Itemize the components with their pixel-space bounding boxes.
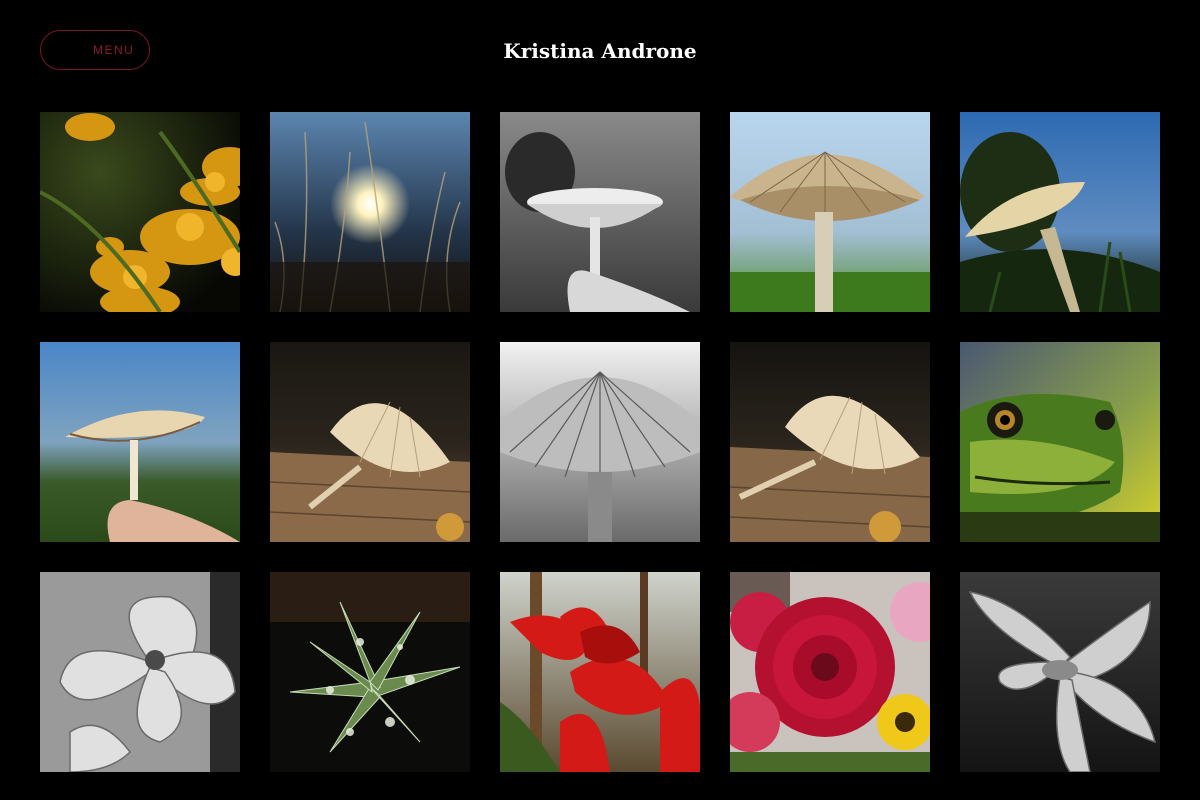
photo-mushroom-below-image (730, 112, 930, 312)
photo-sunlit-grass-image (270, 112, 470, 312)
photo-gallery (40, 112, 1160, 772)
gallery-photo-succulent[interactable] (270, 572, 470, 772)
photo-frog-image (960, 342, 1160, 542)
photo-flower-bw-image (960, 572, 1160, 772)
photo-succulent-image (270, 572, 470, 772)
photo-mushroom-wood-image (270, 342, 470, 542)
gallery-photo-mushroom-wood[interactable] (270, 342, 470, 542)
gallery-photo-mushroom-wood-2[interactable] (730, 342, 930, 542)
photo-mushroom-held-image (40, 342, 240, 542)
photo-gladiolus-bw-image (40, 572, 240, 772)
site-title: Kristina Androne (503, 39, 697, 63)
gallery-photo-frog[interactable] (960, 342, 1160, 542)
gallery-photo-mushroom-gills-bw[interactable] (500, 342, 700, 542)
gallery-photo-red-gladiolus[interactable] (500, 572, 700, 772)
gallery-photo-gladiolus-bw[interactable] (40, 572, 240, 772)
gallery-photo-flower-bw[interactable] (960, 572, 1160, 772)
gallery-photo-goldenrod[interactable] (40, 112, 240, 312)
photo-mushroom-wood-2-image (730, 342, 930, 542)
gallery-photo-mushroom-bw[interactable] (500, 112, 700, 312)
gallery-photo-mushroom-sky[interactable] (960, 112, 1160, 312)
photo-red-dahlia-image (730, 572, 930, 772)
gallery-photo-red-dahlia[interactable] (730, 572, 930, 772)
photo-red-gladiolus-image (500, 572, 700, 772)
gallery-photo-sunlit-grass[interactable] (270, 112, 470, 312)
gallery-photo-mushroom-below[interactable] (730, 112, 930, 312)
photo-goldenrod-image (40, 112, 240, 312)
gallery-photo-mushroom-held[interactable] (40, 342, 240, 542)
photo-mushroom-gills-bw-image (500, 342, 700, 542)
photo-mushroom-bw-image (500, 112, 700, 312)
photo-mushroom-sky-image (960, 112, 1160, 312)
